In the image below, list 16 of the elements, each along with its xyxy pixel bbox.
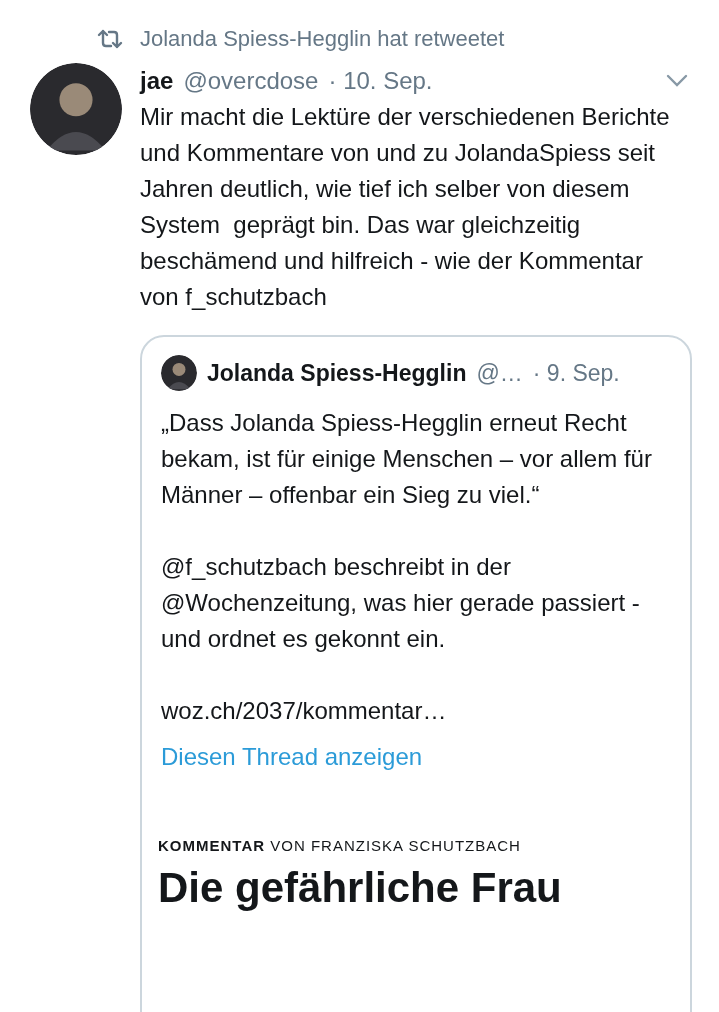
quoted-tweet-date: · 9. Sep. — [532, 358, 620, 388]
article-kicker: KOMMENTAR VON FRANZISKA SCHUTZBACH — [158, 836, 522, 856]
article-headline: Die gefährliche Frau — [158, 862, 563, 913]
quoted-tweet-text: „Dass Jolanda Spiess-Hegglin erneut Recht bekam, ist für einige Menschen – vor allem für Männer – offenbar ein Sieg zu viel.“ — [161, 408, 653, 510]
quoted-author-name: Jolanda Spiess-Hegglin — [207, 358, 467, 388]
quoted-avatar — [161, 355, 197, 391]
tweet-text: Mir macht die Lektüre der verschiedenen Berichte und Kommentare von und zu JolandaSpiess seit Jahren deutlich, wie tief ich selber von diesem System geprägt bin. Das war gleichzeitig beschämend und hilfreich - wie der Kommentar von f_schutzbach — [140, 102, 671, 312]
quoted-tweet-text: @f_schutzbach beschreibt in der @Wochenzeitung, was hier gerade passiert - und ordnet es gekonnt ein. — [161, 552, 641, 654]
tweet-date: · 10. Sep. — [328, 66, 433, 96]
quoted-tweet-card[interactable] — [140, 335, 692, 1012]
retweet-label: Jolanda Spiess-Hegglin hat retweetet — [140, 25, 505, 53]
chevron-down-icon[interactable] — [666, 74, 688, 88]
author-name: jae — [140, 66, 174, 96]
author-handle: @overcdose — [183, 66, 319, 96]
quoted-author-handle: @… — [476, 358, 523, 388]
quoted-tweet-text: woz.ch/2037/kommentar… — [161, 696, 448, 726]
